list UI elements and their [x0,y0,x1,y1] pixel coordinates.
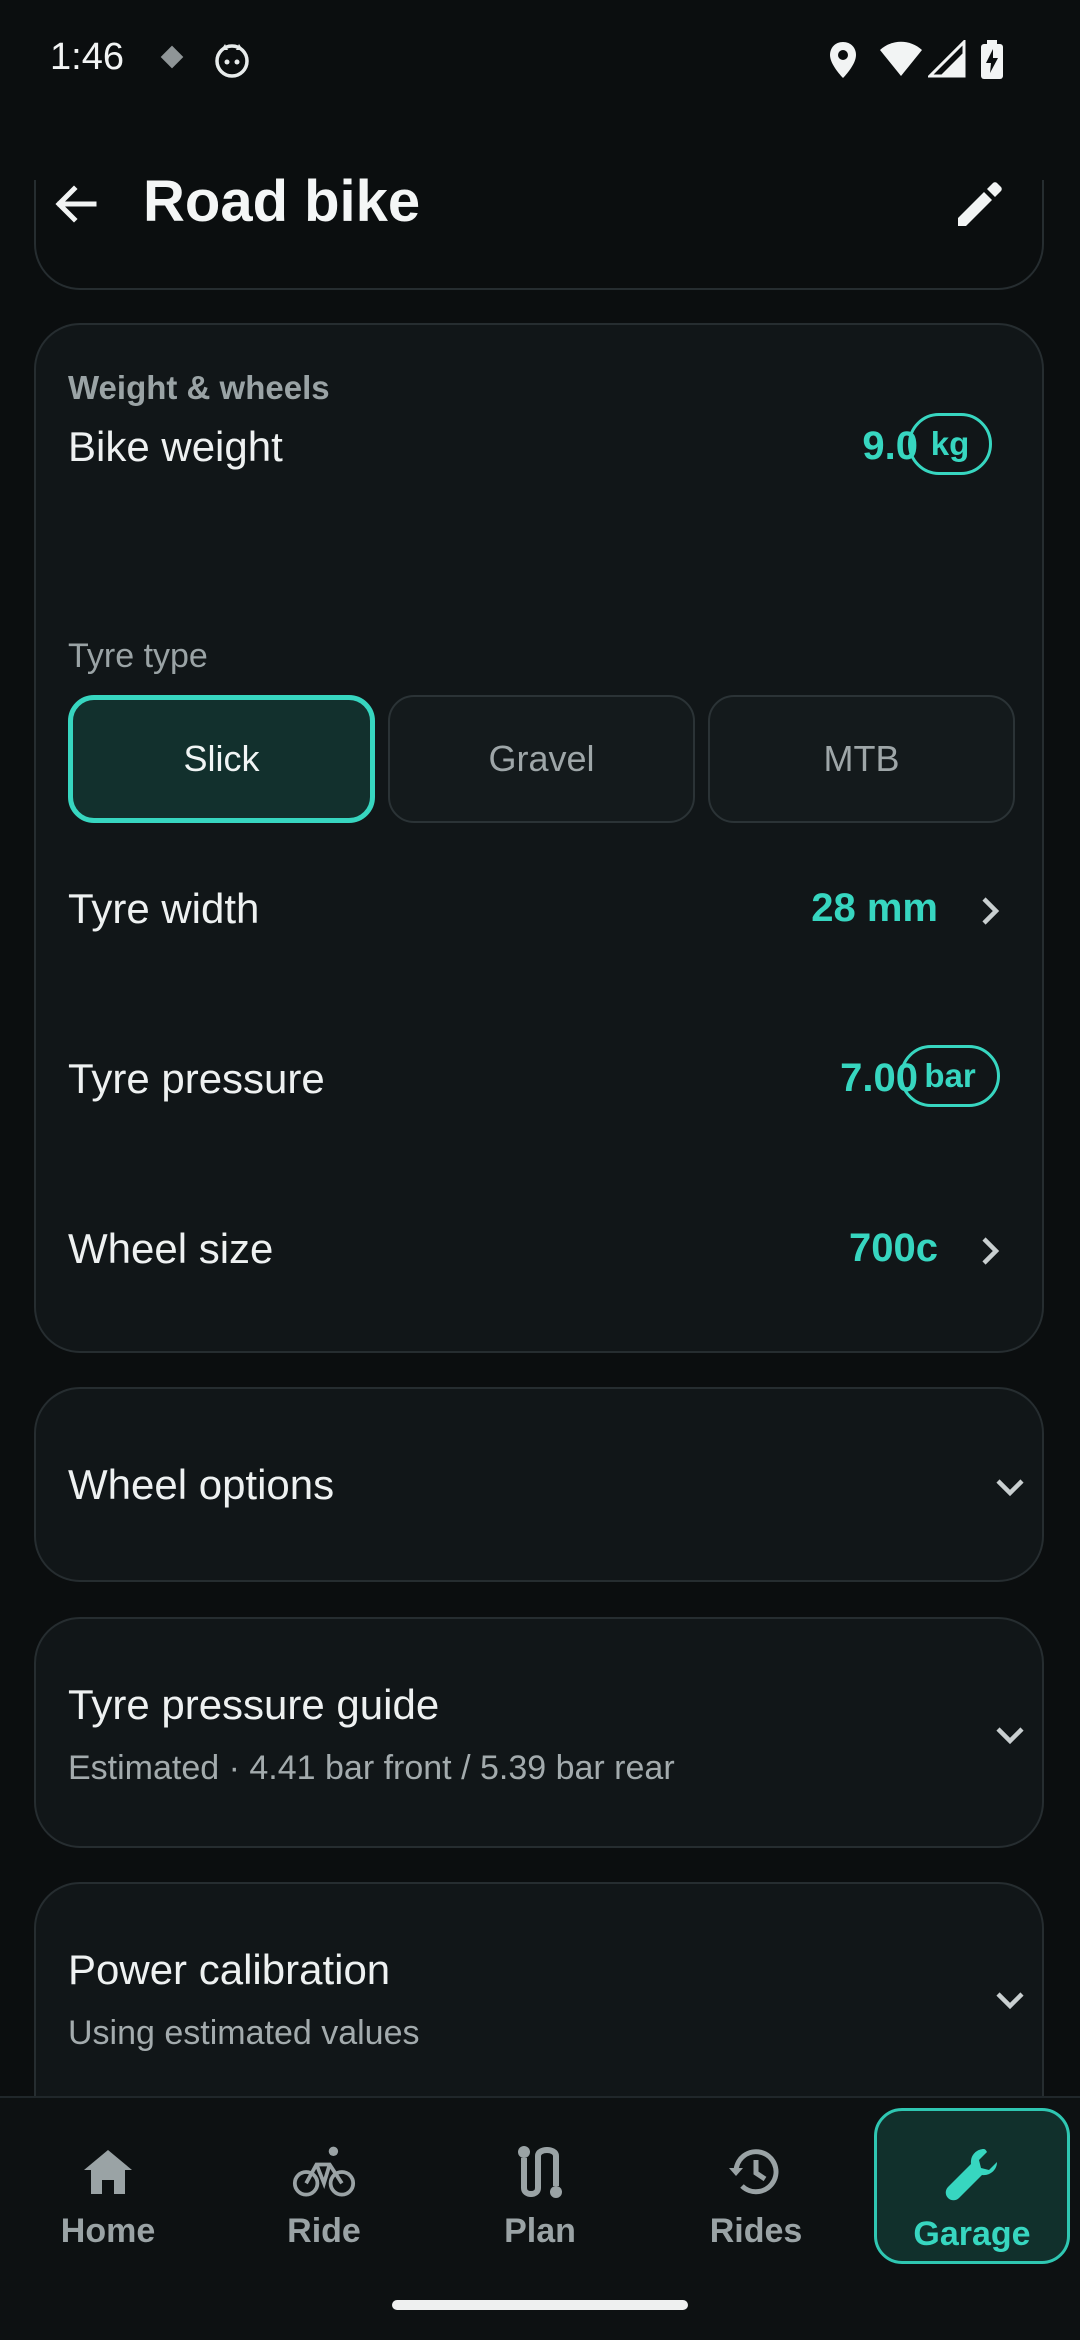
home-icon [76,2140,140,2204]
section-label: Weight & wheels [68,369,330,406]
gesture-handle[interactable] [392,2300,688,2310]
tyre-width-label: Tyre width [68,885,260,932]
previous-card-edge [34,180,1044,290]
chevron-down-icon [988,1465,1032,1509]
nav-item-plan[interactable]: Plan [442,2108,638,2264]
wheel-size-label: Wheel size [68,1225,274,1272]
tyre-pressure-guide-title: Tyre pressure guide [68,1681,440,1728]
wheel-size-value: 700c [849,1226,938,1270]
bike-weight-label: Bike weight [68,423,283,470]
bike-weight-value[interactable]: 9.0 [796,424,918,469]
history-icon [724,2140,788,2204]
bicycle-icon [292,2140,356,2204]
nav-item-garage[interactable]: Garage [874,2108,1070,2264]
tyre-type-label: Tyre type [68,637,208,675]
nav-label: Plan [504,2212,576,2250]
wrench-icon [940,2143,1004,2207]
tyre-width-value: 28 mm [811,886,938,930]
tyre-pressure-guide-subtitle: Estimated · 4.41 bar front / 5.39 bar re… [68,1749,675,1787]
cat-app-icon [212,40,252,85]
wheel-options-title: Wheel options [68,1461,335,1508]
tyre-pressure-unit-chip[interactable]: bar [900,1045,1000,1107]
nav-label: Rides [709,2212,803,2250]
tyre-type-slick[interactable]: Slick [68,695,375,823]
chevron-down-icon [988,1713,1032,1757]
tyre-pressure-label: Tyre pressure [68,1055,325,1102]
nav-item-rides[interactable]: Rides [658,2108,854,2264]
weight-wheels-card: Weight & wheels Bike weight 9.0 kg Tyre … [34,323,1044,1353]
bike-weight-unit-chip[interactable]: kg [908,413,992,475]
tyre-pressure-value[interactable]: 7.00 [736,1056,918,1101]
wheel-options-card[interactable]: Wheel options [34,1387,1044,1582]
tyre-type-mtb[interactable]: MTB [708,695,1015,823]
nav-item-ride[interactable]: Ride [226,2108,422,2264]
power-calibration-subtitle: Using estimated values [68,2014,420,2052]
notification-diamond-icon [155,40,189,79]
power-calibration-title: Power calibration [68,1946,391,1993]
wifi-icon [878,40,924,83]
chevron-right-icon [970,1231,1010,1271]
status-bar: 1:46 [0,0,1080,130]
nav-label: Ride [287,2212,361,2250]
chevron-right-icon [970,891,1010,931]
location-icon [826,40,860,85]
status-time: 1:46 [50,36,124,78]
nav-label: Home [60,2212,156,2250]
nav-label: Garage [913,2215,1031,2253]
nav-item-home[interactable]: Home [10,2108,206,2264]
tyre-type-gravel[interactable]: Gravel [388,695,695,823]
tyre-pressure-guide-card[interactable]: Tyre pressure guide Estimated · 4.41 bar… [34,1617,1044,1848]
chevron-down-icon [988,1978,1032,2022]
cell-signal-icon [926,38,966,83]
battery-charging-icon [980,40,1004,85]
route-icon [508,2140,572,2204]
